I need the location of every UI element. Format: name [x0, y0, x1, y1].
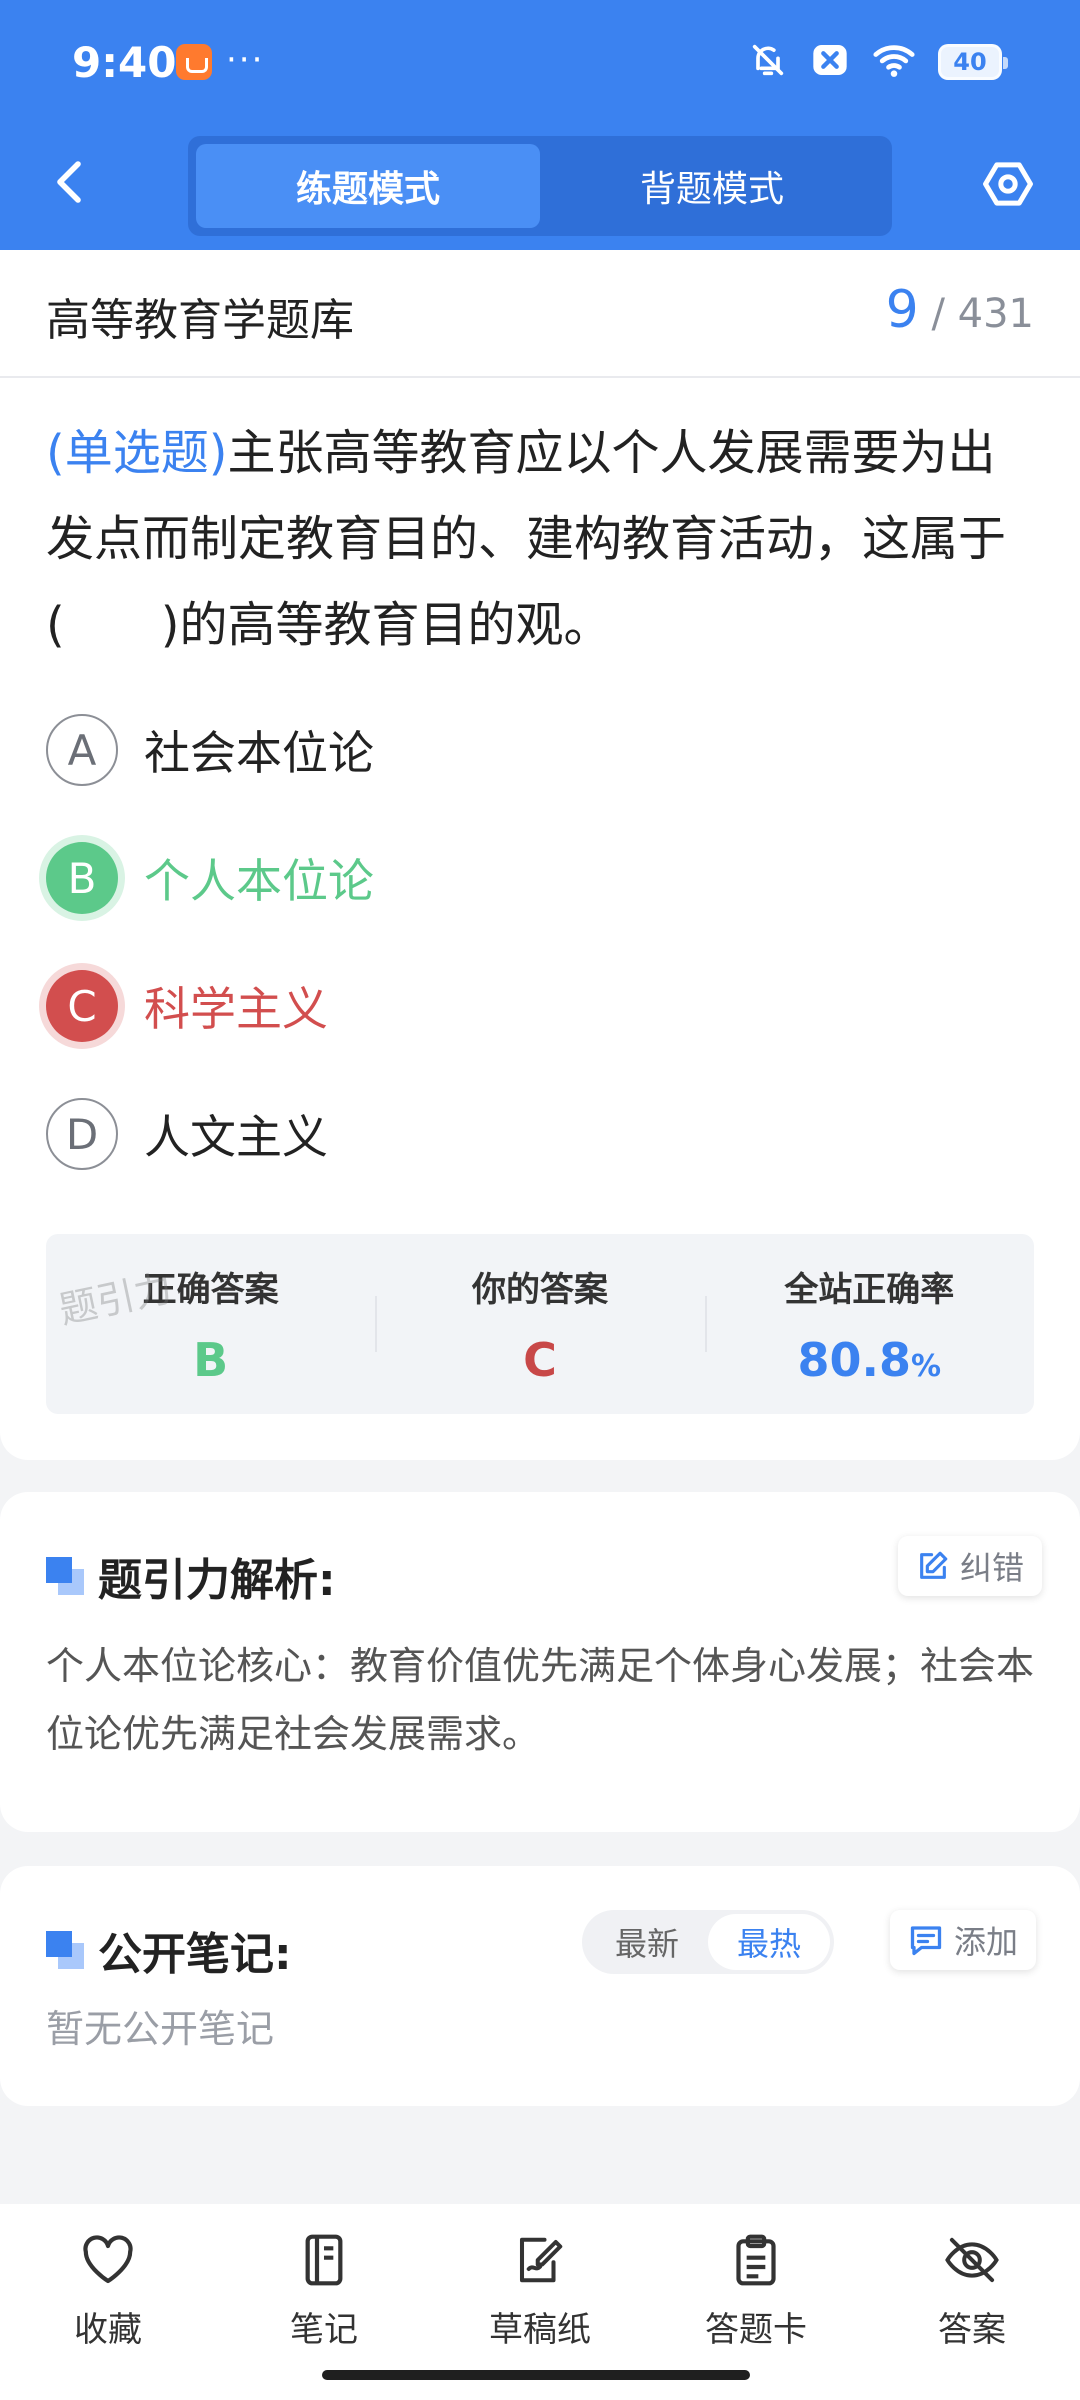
- notes-header: 公开笔记:: [46, 1918, 292, 1982]
- battery-icon: 40: [938, 44, 1008, 80]
- analysis-header: 题引力解析:: [46, 1544, 336, 1608]
- question-progress: 9 / 431: [886, 280, 1034, 340]
- stat-label: 你的答案: [471, 1269, 608, 1310]
- tab-memorize-mode[interactable]: 背题模式: [540, 144, 884, 228]
- report-error-button[interactable]: 纠错: [898, 1536, 1043, 1596]
- report-error-label: 纠错: [960, 1549, 1025, 1587]
- show-answer-label: 答案: [938, 2310, 1006, 2350]
- option-c[interactable]: C 科学主义: [46, 968, 328, 1044]
- wifi-icon: [872, 40, 916, 84]
- analysis-card: 题引力解析: 纠错 个人本位论核心：教育价值优先满足个体身心发展；社会本位论优先…: [0, 1492, 1080, 1832]
- draft-paper-icon: [510, 2230, 570, 2290]
- no-notes-text: 暂无公开笔记: [46, 2007, 275, 2051]
- stat-label: 全站正确率: [784, 1269, 955, 1310]
- bank-title: 高等教育学题库: [46, 295, 354, 346]
- home-indicator[interactable]: [322, 2370, 750, 2380]
- section-squares-icon: [46, 1557, 84, 1595]
- option-letter: C: [46, 970, 118, 1042]
- add-note-button[interactable]: 添加: [890, 1910, 1037, 1970]
- eye-off-icon: [942, 2230, 1002, 2290]
- bank-row: 高等教育学题库 9 / 431: [0, 250, 1080, 378]
- total-question-count: 431: [957, 291, 1034, 337]
- settings-button[interactable]: [976, 152, 1040, 216]
- back-button[interactable]: [40, 152, 100, 212]
- rate-number: 80.8: [797, 1332, 912, 1387]
- option-text: 个人本位论: [144, 854, 374, 908]
- add-note-label: 添加: [954, 1923, 1019, 1961]
- notebook-icon: [294, 2230, 354, 2290]
- more-notifications-icon: ···: [226, 40, 265, 80]
- draft-paper-label: 草稿纸: [489, 2310, 591, 2350]
- mode-switch: 练题模式 背题模式: [188, 136, 892, 236]
- sort-newest[interactable]: 最新: [586, 1914, 708, 1970]
- stat-correct-rate: 全站正确率 80.8%: [704, 1234, 1034, 1414]
- stat-value: B: [193, 1332, 229, 1387]
- comment-add-icon: [910, 1926, 942, 1956]
- notes-title: 公开笔记:: [98, 1929, 292, 1980]
- favorite-button[interactable]: 收藏: [0, 2204, 216, 2400]
- option-text: 科学主义: [144, 982, 328, 1036]
- nav-bar: 练题模式 背题模式: [0, 130, 1080, 240]
- question-stem: (单选题)主张高等教育应以个人发展需要为出发点而制定教育目的、建构教育活动，这属…: [46, 410, 1036, 668]
- notes-sort-toggle: 最新 最热: [582, 1910, 834, 1974]
- option-text: 人文主义: [144, 1110, 328, 1164]
- section-squares-icon: [46, 1931, 84, 1969]
- edit-icon: [920, 1551, 948, 1579]
- chevron-left-icon: [57, 161, 81, 203]
- option-letter: B: [46, 842, 118, 914]
- sim-off-icon: [810, 40, 850, 84]
- answer-stats: 正确答案 B 你的答案 C 全站正确率 80.8%: [46, 1234, 1034, 1414]
- hexagon-settings-icon: [983, 162, 1033, 206]
- shopping-bag-icon: [176, 44, 212, 80]
- show-answer-button[interactable]: 答案: [864, 2204, 1080, 2400]
- progress-separator: /: [931, 291, 945, 337]
- option-letter: A: [46, 714, 118, 786]
- rate-unit: %: [911, 1348, 942, 1384]
- option-d[interactable]: D 人文主义: [46, 1096, 328, 1172]
- answer-sheet-icon: [726, 2230, 786, 2290]
- heart-icon: [78, 2230, 138, 2290]
- stat-value: 80.8%: [798, 1333, 942, 1387]
- option-a[interactable]: A 社会本位论: [46, 712, 374, 788]
- sort-hottest[interactable]: 最热: [708, 1914, 830, 1970]
- notes-label: 笔记: [290, 2310, 358, 2350]
- analysis-title: 题引力解析:: [98, 1555, 336, 1606]
- option-b[interactable]: B 个人本位论: [46, 840, 374, 916]
- current-question-number: 9: [885, 280, 919, 340]
- notes-card: 公开笔记: 最新 最热 添加 暂无公开笔记: [0, 1866, 1080, 2106]
- tab-practice-mode[interactable]: 练题模式: [196, 144, 540, 228]
- app-header: 9:40 ··· 40 练题模式 背题模式: [0, 0, 1080, 250]
- answer-sheet-label: 答题卡: [705, 2310, 807, 2350]
- option-letter: D: [46, 1098, 118, 1170]
- bell-off-icon: [748, 40, 788, 84]
- status-icons: 40: [748, 40, 1008, 84]
- status-bar: 9:40 ··· 40: [0, 0, 1080, 125]
- question-type: (单选题): [46, 425, 228, 481]
- status-time: 9:40: [72, 38, 177, 87]
- question-card: 高等教育学题库 9 / 431 (单选题)主张高等教育应以个人发展需要为出发点而…: [0, 250, 1080, 1460]
- stat-your-answer: 你的答案 C: [375, 1234, 704, 1414]
- stat-value: C: [523, 1332, 557, 1387]
- favorite-label: 收藏: [74, 2310, 142, 2350]
- option-text: 社会本位论: [144, 726, 374, 780]
- analysis-text: 个人本位论核心：教育价值优先满足个体身心发展；社会本位论优先满足社会发展需求。: [46, 1644, 1035, 1756]
